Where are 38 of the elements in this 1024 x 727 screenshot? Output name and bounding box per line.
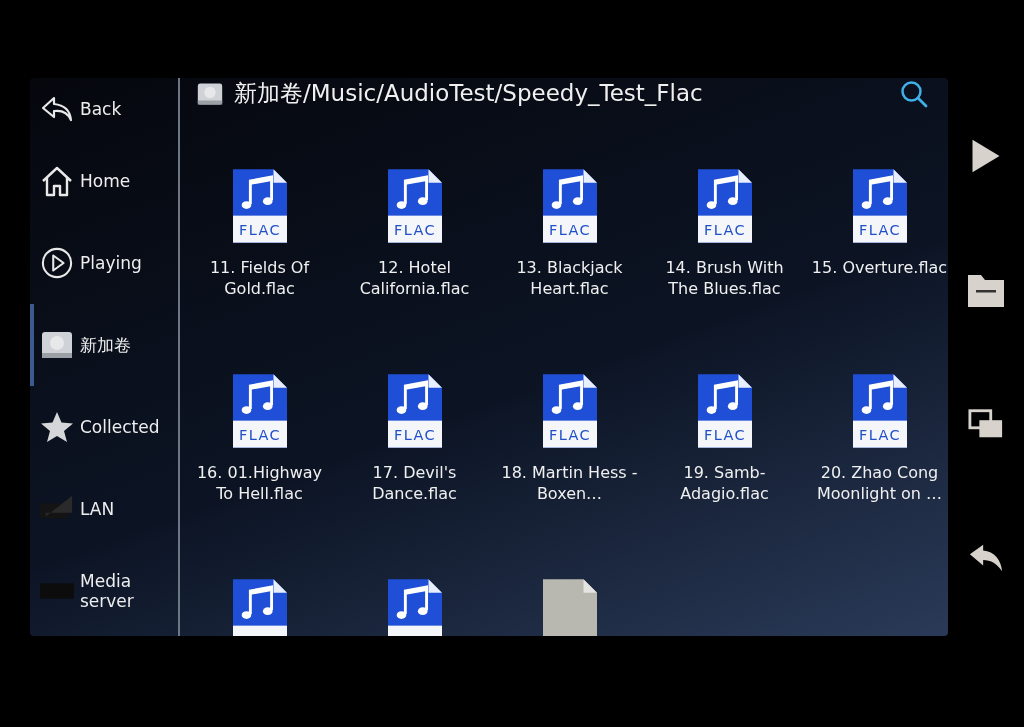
file-name[interactable]: 20. Zhao Cong Moonlight on … <box>807 462 948 504</box>
file-icon <box>542 579 597 636</box>
hard-drive-icon <box>196 80 224 107</box>
flac-file-icon: FLAC <box>542 374 597 448</box>
file-name[interactable]: 19. Samb-Adagio.flac <box>652 462 797 504</box>
flac-file-icon: FLAC <box>697 374 752 448</box>
sidebar-item[interactable]: Playing <box>30 222 178 304</box>
flac-file-icon: FLAC <box>697 169 752 243</box>
flac-file-icon: FLAC <box>852 169 907 243</box>
file-name[interactable]: 13. Blackjack Heart.flac <box>497 257 642 299</box>
flac-file-icon: FLAC <box>387 374 442 448</box>
hard-drive-icon <box>40 329 74 361</box>
star-icon <box>40 411 74 443</box>
flac-file-icon: FLAC <box>232 374 287 448</box>
sidebar-item[interactable]: 新加卷 <box>30 304 178 386</box>
file-name[interactable]: 16. 01.Highway To Hell.flac <box>187 462 332 504</box>
file-name[interactable]: 12. Hotel California.flac <box>342 257 487 299</box>
file-name[interactable]: 14. Brush With The Blues.flac <box>652 257 797 299</box>
folder-icon[interactable] <box>968 272 1004 308</box>
flac-file-icon <box>232 579 287 636</box>
search-icon[interactable] <box>900 79 928 108</box>
sidebar-item[interactable]: Collected <box>30 386 178 468</box>
flac-file-icon: FLAC <box>232 169 287 243</box>
flac-file-icon <box>387 579 442 636</box>
file-name[interactable]: 15. Overture.flac <box>807 257 948 278</box>
sidebar-item[interactable]: Back <box>30 78 178 140</box>
flac-file-icon: FLAC <box>542 169 597 243</box>
home-icon <box>40 165 74 197</box>
file-name[interactable]: 18. Martin Hess - Boxen… <box>497 462 642 504</box>
sidebar-item[interactable]: Media server <box>30 550 178 632</box>
folder-path: 新加卷/Music/AudioTest/Speedy_Test_Flac <box>234 79 704 108</box>
flac-file-icon: FLAC <box>387 169 442 243</box>
play-circle-icon <box>40 247 74 279</box>
flac-file-icon: FLAC <box>852 374 907 448</box>
file-name[interactable]: 11. Fields Of Gold.flac <box>187 257 332 299</box>
sidebar-item[interactable]: LAN <box>30 468 178 550</box>
file-name[interactable]: 17. Devil's Dance.flac <box>342 462 487 504</box>
sidebar-item[interactable]: Home <box>30 140 178 222</box>
